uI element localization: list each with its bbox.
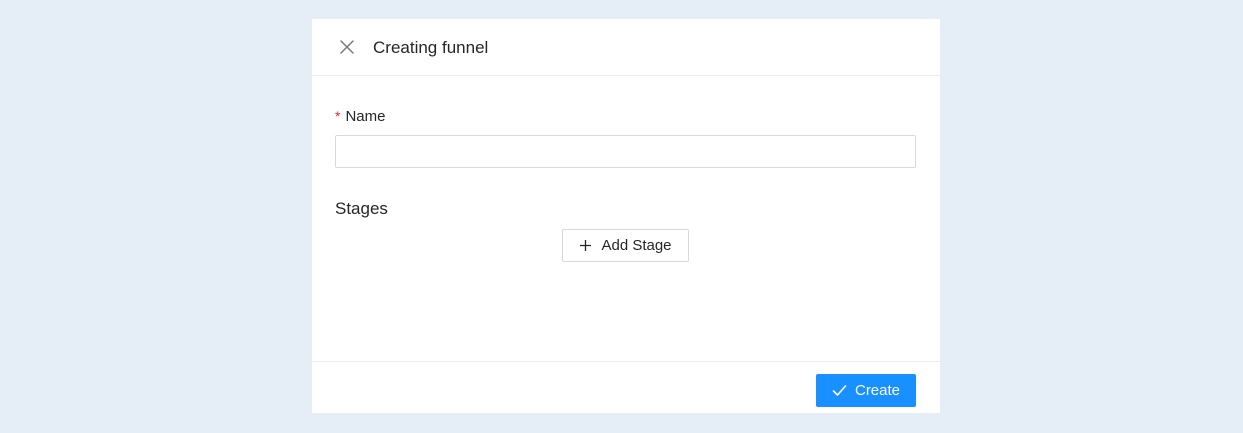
- required-mark: *: [335, 108, 341, 124]
- close-button[interactable]: [338, 38, 356, 56]
- create-funnel-dialog: Creating funnel * Name Stages Add Stage C…: [312, 19, 940, 413]
- create-button-label: Create: [854, 382, 901, 399]
- name-input[interactable]: [335, 135, 916, 168]
- plus-icon: [579, 239, 592, 252]
- name-label-text: Name: [345, 108, 386, 125]
- add-stage-label: Add Stage: [601, 237, 672, 254]
- add-stage-button[interactable]: Add Stage: [562, 229, 689, 262]
- create-button[interactable]: Create: [816, 374, 916, 407]
- dialog-header: Creating funnel: [312, 19, 940, 76]
- close-icon: [340, 40, 354, 54]
- stages-label: Stages: [335, 199, 388, 218]
- dialog-title: Creating funnel: [373, 38, 489, 57]
- check-icon: [832, 384, 847, 397]
- dialog-footer: Create: [312, 361, 940, 413]
- name-field-label: * Name: [335, 106, 385, 127]
